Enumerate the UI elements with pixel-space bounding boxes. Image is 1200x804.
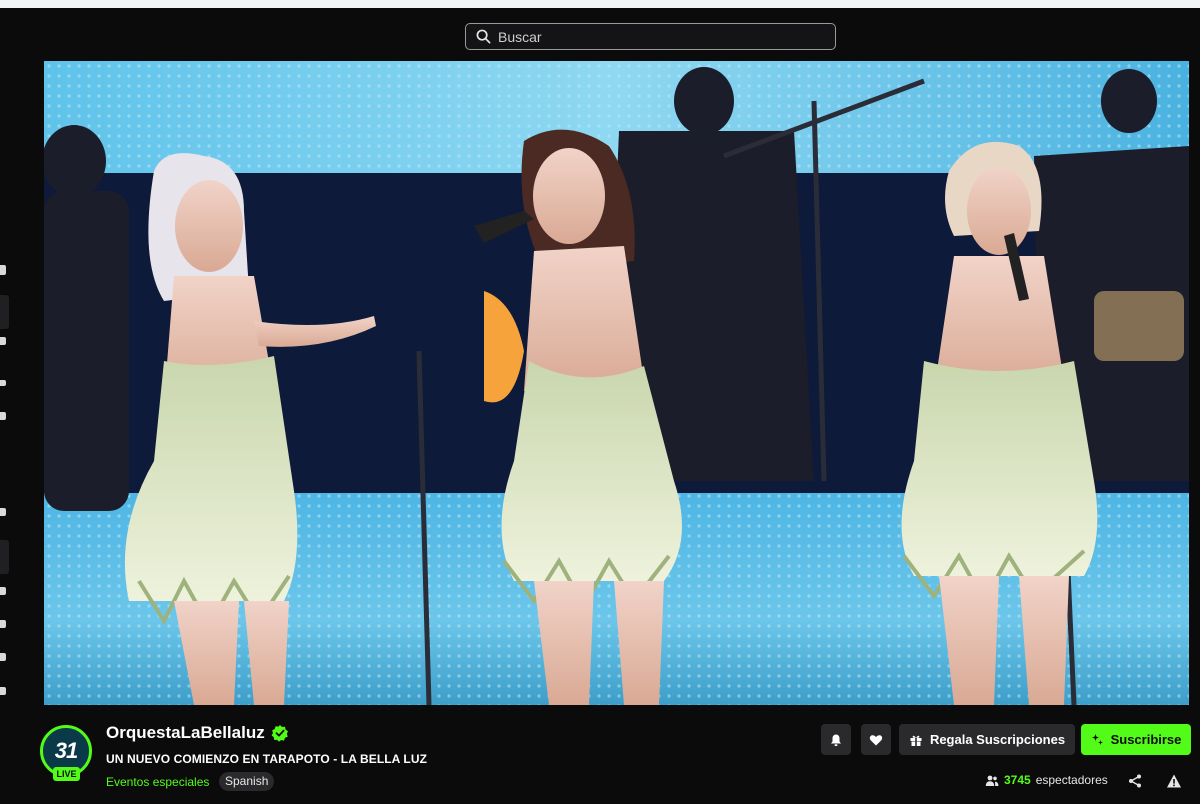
share-icon[interactable] [1127,773,1143,789]
viewer-count-label: espectadores [1035,773,1108,787]
verified-badge-icon [271,725,288,742]
browser-top-strip [0,0,1200,8]
stream-title: UN NUEVO COMIENZO EN TARAPOTO - LA BELLA… [106,752,428,766]
sidebar-item[interactable] [0,687,6,695]
subscribe-label: Suscribirse [1110,732,1182,747]
gift-subscriptions-label: Regala Suscripciones [929,732,1066,747]
sparkle-icon [1091,734,1103,745]
sidebar-item-active[interactable] [0,540,9,574]
sidebar-item[interactable] [0,653,6,661]
viewer-count: 3745 espectadores [985,773,1108,787]
sidebar-item[interactable] [0,265,6,275]
warning-icon[interactable] [1166,773,1182,789]
top-navigation-bar [0,8,1200,60]
channel-name[interactable]: OrquestaLaBellaluz [106,723,265,743]
bell-icon [831,734,841,746]
channel-header: OrquestaLaBellaluz [106,723,289,743]
video-player[interactable] [44,61,1189,705]
video-frame [44,61,1189,705]
stream-info-bar: 31 LIVE OrquestaLaBellaluz UN NUEVO COMI… [0,705,1200,804]
sidebar-item[interactable] [0,337,6,345]
avatar-text: 31 [54,738,79,763]
search-icon [476,29,491,44]
sidebar-item[interactable] [0,587,6,595]
sidebar-item[interactable] [0,620,6,628]
sidebar-item[interactable] [0,380,6,386]
sidebar-item[interactable] [0,412,6,420]
search-input[interactable] [498,28,818,45]
follow-button[interactable] [861,724,891,755]
left-sidebar-collapsed [0,60,44,705]
gift-subscriptions-button[interactable]: Regala Suscripciones [899,724,1075,755]
search-box[interactable] [465,23,836,50]
sidebar-item[interactable] [0,508,6,516]
viewers-icon [985,775,999,786]
viewer-count-number: 3745 [1004,773,1031,787]
live-badge: LIVE [53,767,80,781]
sidebar-item-active[interactable] [0,295,9,329]
notification-button[interactable] [821,724,851,755]
subscribe-button[interactable]: Suscribirse [1081,724,1191,755]
gift-icon [910,735,922,746]
category-link[interactable]: Eventos especiales [106,775,209,789]
heart-icon [869,734,883,745]
language-tag[interactable]: Spanish [219,772,275,791]
